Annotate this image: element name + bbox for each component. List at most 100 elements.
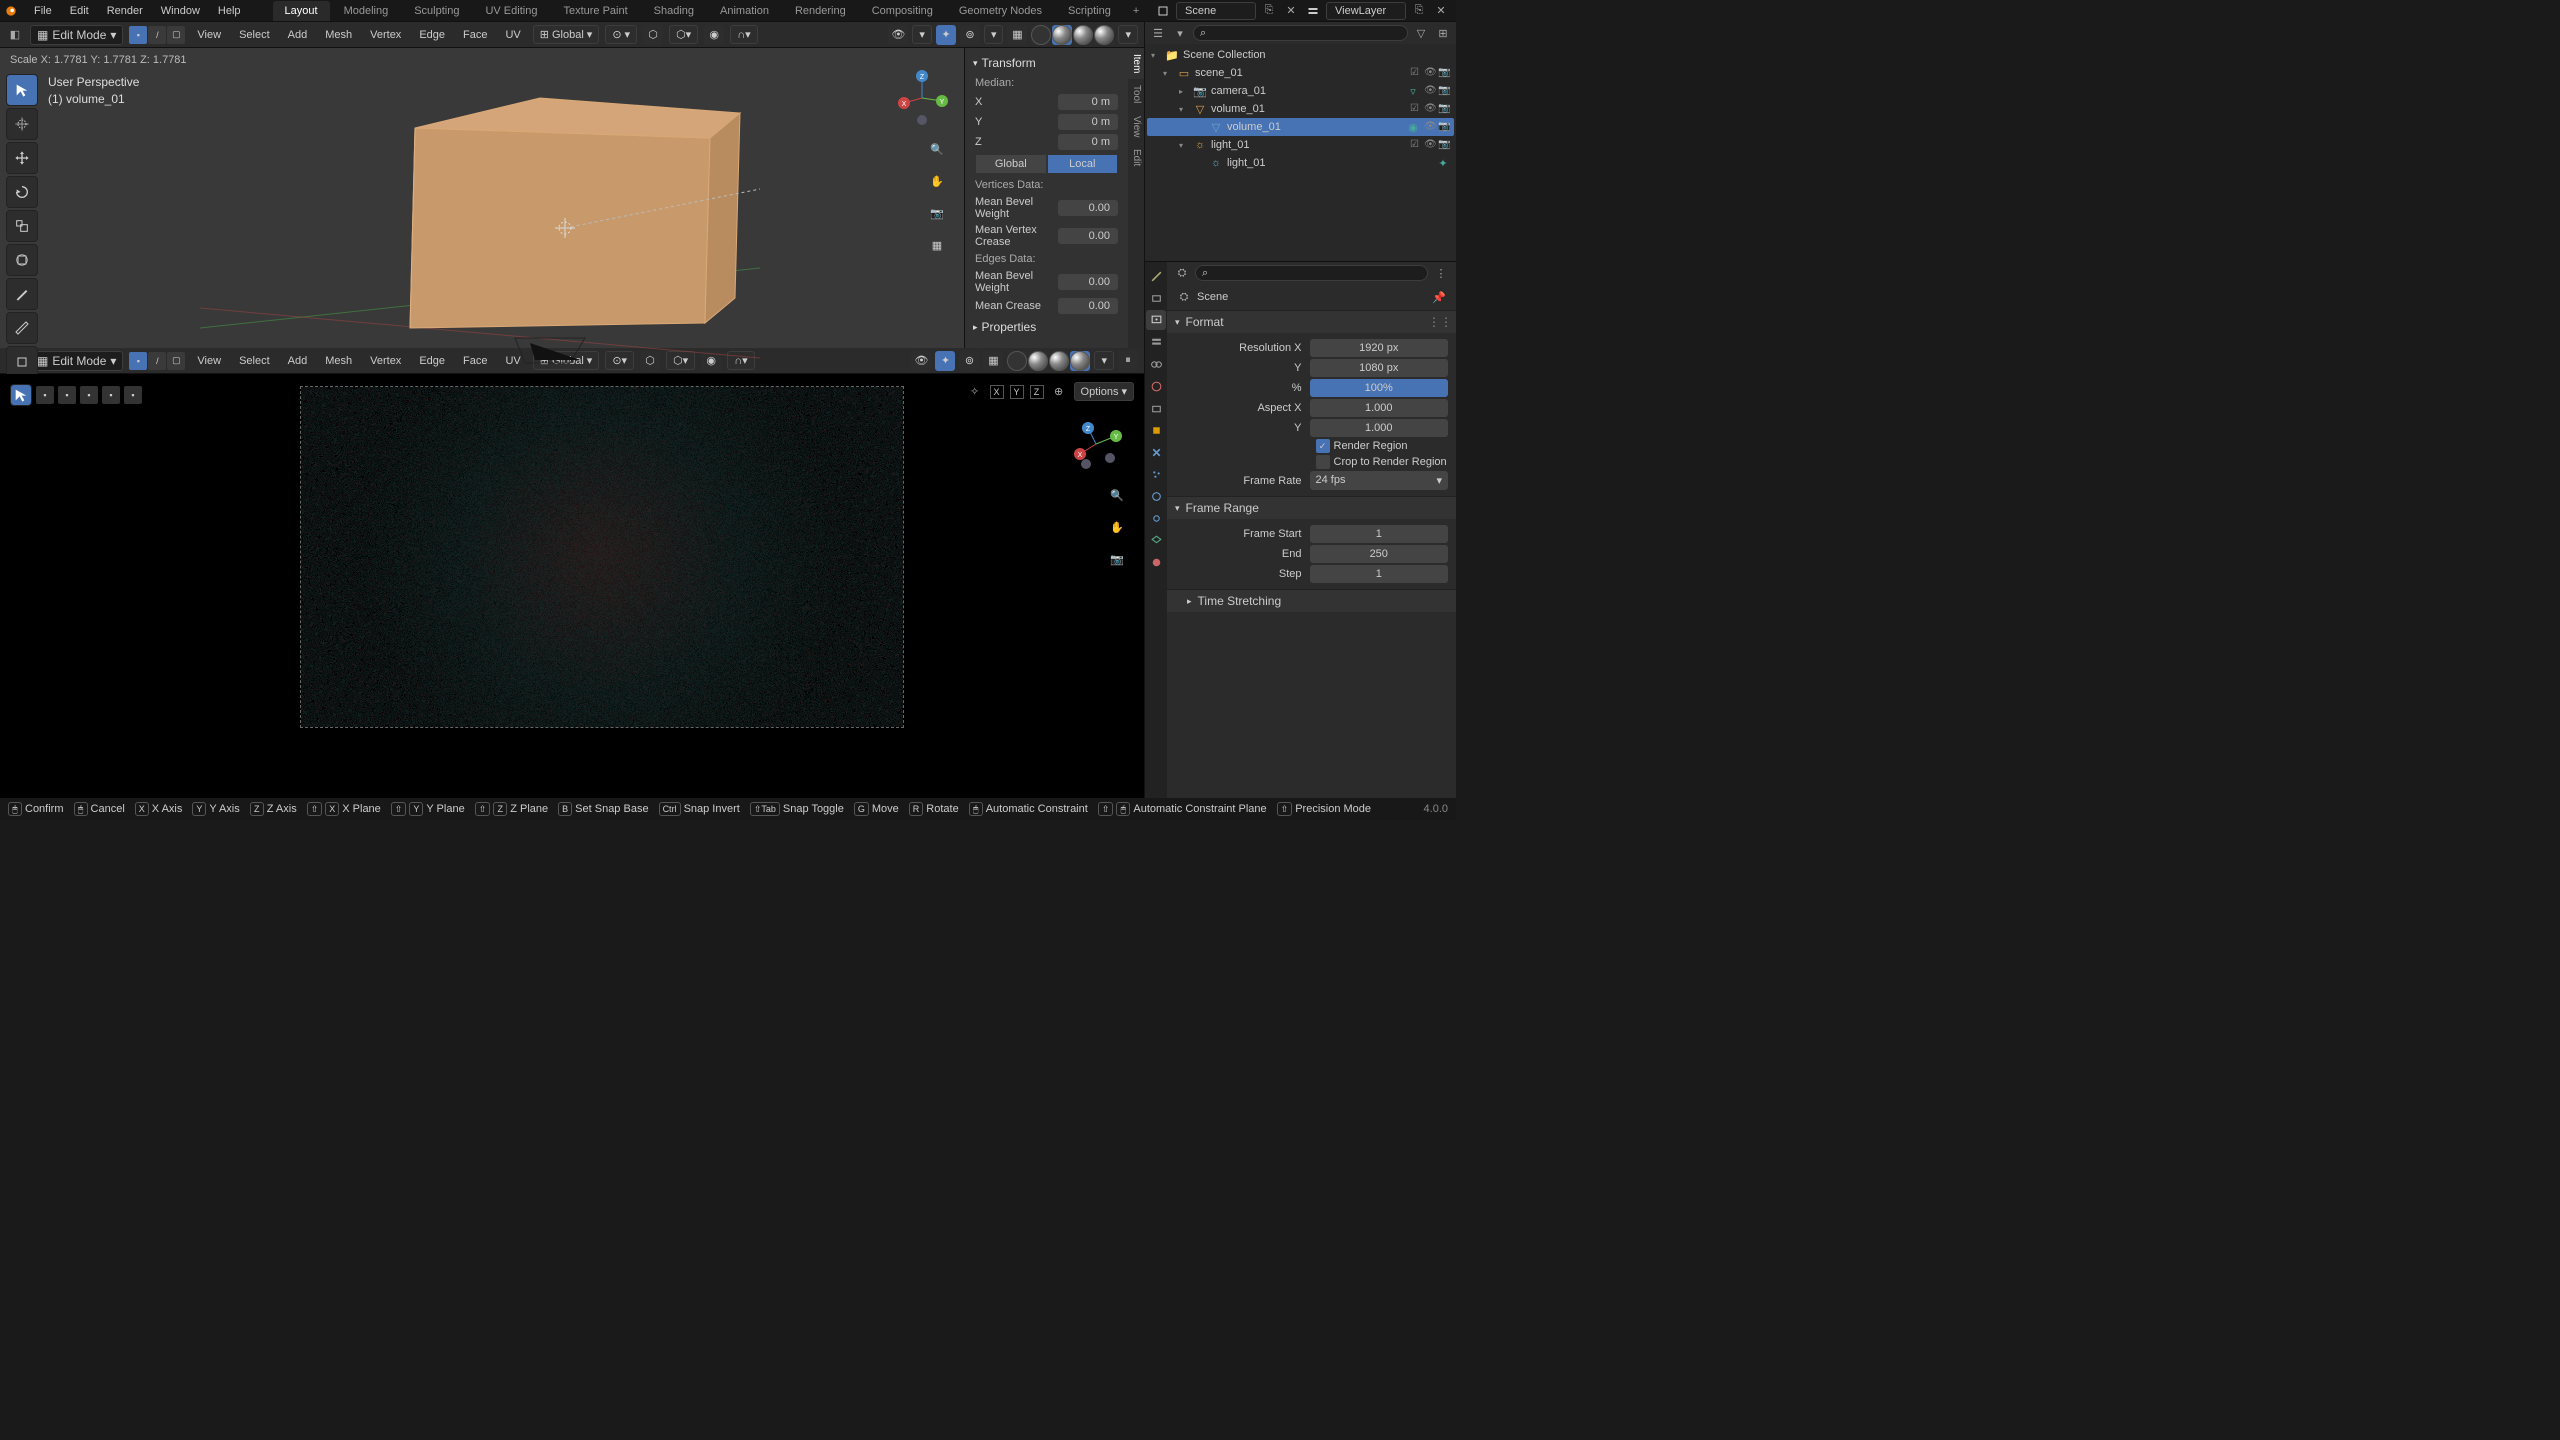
prop-tab-scene[interactable] <box>1146 354 1166 374</box>
sel-row-2e[interactable]: ▪ <box>124 386 142 404</box>
vp-menu-edge[interactable]: Edge <box>413 26 451 44</box>
ws-tab-rendering[interactable]: Rendering <box>783 1 858 21</box>
vp-menu-uv[interactable]: UV <box>499 26 526 44</box>
render-icon[interactable]: 📷 <box>1438 103 1450 115</box>
eye-icon[interactable]: 👁 <box>1424 121 1436 133</box>
vp-menu-vertex[interactable]: Vertex <box>364 26 407 44</box>
mesh-visibility-icon-2[interactable]: 👁 <box>911 351 931 371</box>
overlay-toggle[interactable]: ⊚ <box>960 25 980 45</box>
time-stretching-header[interactable]: Time Stretching <box>1167 590 1456 612</box>
rotate-tool[interactable] <box>6 176 38 208</box>
ws-tab-shading[interactable]: Shading <box>642 1 706 21</box>
edge-select-icon[interactable]: / <box>148 26 166 44</box>
select-tool-2[interactable] <box>10 384 32 406</box>
ws-tab-texturepaint[interactable]: Texture Paint <box>551 1 639 21</box>
nav-gizmo[interactable]: Z Y X <box>892 68 952 128</box>
space-local-button[interactable]: Local <box>1047 154 1119 174</box>
new-collection-icon[interactable]: ⊞ <box>1434 24 1452 42</box>
menu-render[interactable]: Render <box>99 1 151 21</box>
sel-row-2a[interactable]: ▪ <box>36 386 54 404</box>
ol-volume01-obj[interactable]: ▾▽ volume_01 ☑👁📷 <box>1147 100 1454 118</box>
viewlayer-del-icon[interactable]: ✕ <box>1432 2 1450 20</box>
frame-step-field[interactable]: 1 <box>1310 565 1449 583</box>
ol-camera01[interactable]: ▸📷 camera_01 ▿ 👁📷 <box>1147 82 1454 100</box>
outliner-type-icon[interactable]: ☰ <box>1149 24 1167 42</box>
measure-tool[interactable] <box>6 312 38 344</box>
matprev-shading-icon[interactable] <box>1049 351 1069 371</box>
scene-new-icon[interactable]: ⎘ <box>1260 2 1278 20</box>
n-tab-edit[interactable]: Edit <box>1128 143 1144 172</box>
xray-toggle[interactable]: ▦ <box>1007 25 1027 45</box>
res-pct-field[interactable]: 100% <box>1310 379 1449 397</box>
rendered-shading-icon[interactable] <box>1070 351 1090 371</box>
eye-icon[interactable]: 👁 <box>1424 67 1436 79</box>
aspect-x-field[interactable]: 1.000 <box>1310 399 1449 417</box>
render-icon[interactable]: 📷 <box>1438 85 1450 97</box>
solid-shading-icon[interactable] <box>1052 25 1072 45</box>
shading-dropdown[interactable]: ▾ <box>1118 25 1138 44</box>
eye-icon[interactable]: 👁 <box>1424 103 1436 115</box>
mirror-icon[interactable]: ✧ <box>966 383 984 401</box>
overlay-dropdown[interactable]: ▾ <box>984 25 1004 44</box>
eye-icon[interactable]: 👁 <box>1424 139 1436 151</box>
pivot-dropdown[interactable]: ⊙▾ <box>605 25 637 44</box>
frame-end-field[interactable]: 250 <box>1310 545 1449 563</box>
ol-scene-collection[interactable]: ▾📁 Scene Collection <box>1147 46 1454 64</box>
mbe-field[interactable]: 0.00 <box>1058 274 1118 290</box>
orientation-dropdown[interactable]: ⊞Global▾ <box>533 25 600 44</box>
ws-tab-sculpting[interactable]: Sculpting <box>402 1 471 21</box>
camera-view-icon[interactable]: 📷 <box>926 202 948 224</box>
shading-dropdown-2[interactable]: ▾ <box>1094 351 1114 370</box>
gizmo-toggle[interactable]: ✦ <box>936 25 956 45</box>
face-select-icon[interactable]: ▢ <box>167 352 185 370</box>
annotate-tool[interactable] <box>6 278 38 310</box>
persp-ortho-icon[interactable]: ▦ <box>926 234 948 256</box>
frame-range-header[interactable]: Frame Range <box>1167 497 1456 519</box>
viewlayer-name-field[interactable]: ViewLayer <box>1326 2 1406 20</box>
sel-row-2d[interactable]: ▪ <box>102 386 120 404</box>
prop-tab-object[interactable] <box>1146 420 1166 440</box>
render-icon[interactable]: 📷 <box>1438 67 1450 79</box>
res-x-field[interactable]: 1920 px <box>1310 339 1449 357</box>
axis-z-toggle[interactable]: Z <box>1030 385 1044 399</box>
prop-tab-physics[interactable] <box>1146 486 1166 506</box>
filter-icon[interactable]: ▽ <box>1412 24 1430 42</box>
viewlayer-icon[interactable] <box>1304 2 1322 20</box>
prop-tab-material[interactable] <box>1146 552 1166 572</box>
median-x-field[interactable]: 0 m <box>1058 94 1118 110</box>
editor-type-icon[interactable]: ◧ <box>6 26 24 44</box>
viewport2-canvas[interactable]: ▪ ▪ ▪ ▪ ▪ ✧ X Y Z ⊕ Options ▾ <box>0 374 1144 798</box>
automerge-icon[interactable]: ⊕ <box>1050 383 1068 401</box>
zoom-icon[interactable]: 🔍 <box>926 138 948 160</box>
select-tool[interactable] <box>6 74 38 106</box>
n-tab-view[interactable]: View <box>1128 110 1144 144</box>
median-z-field[interactable]: 0 m <box>1058 134 1118 150</box>
exclude-icon[interactable]: ☑ <box>1410 103 1422 115</box>
crop-region-check[interactable] <box>1316 455 1330 469</box>
ws-tab-scripting[interactable]: Scripting <box>1056 1 1123 21</box>
prop-edit-toggle[interactable]: ◉ <box>704 25 724 45</box>
ws-tab-animation[interactable]: Animation <box>708 1 781 21</box>
prop-tab-modifier[interactable] <box>1146 442 1166 462</box>
transform-tool[interactable] <box>6 244 38 276</box>
render-icon[interactable]: 📷 <box>1438 121 1450 133</box>
edge-select-icon[interactable]: / <box>148 352 166 370</box>
menu-edit[interactable]: Edit <box>62 1 97 21</box>
eye-icon[interactable]: 👁 <box>1424 85 1436 97</box>
solid-shading-icon[interactable] <box>1028 351 1048 371</box>
mode-dropdown[interactable]: ▦ Edit Mode ▾ <box>30 25 123 45</box>
ws-tab-modeling[interactable]: Modeling <box>332 1 401 21</box>
mcr-field[interactable]: 0.00 <box>1058 298 1118 314</box>
vp-menu-view[interactable]: View <box>191 26 227 44</box>
ol-light01-data[interactable]: ☼ light_01 ✦ <box>1147 154 1454 172</box>
vp-menu-face[interactable]: Face <box>457 26 493 44</box>
camera-view-icon[interactable]: 📷 <box>1106 548 1128 570</box>
prop-type-icon[interactable]: ⛭ <box>1173 264 1191 282</box>
axis-x-toggle[interactable]: X <box>990 385 1004 399</box>
prop-search[interactable]: ⌕ <box>1195 265 1428 281</box>
ws-tab-uvediting[interactable]: UV Editing <box>473 1 549 21</box>
mesh-visibility-icon[interactable]: 👁 <box>888 25 908 45</box>
options-dropdown[interactable]: Options ▾ <box>1074 382 1134 401</box>
outliner-tree[interactable]: ▾📁 Scene Collection ▾▭ scene_01 ☑👁📷 ▸📷 c… <box>1145 44 1456 261</box>
sel-row-2c[interactable]: ▪ <box>80 386 98 404</box>
